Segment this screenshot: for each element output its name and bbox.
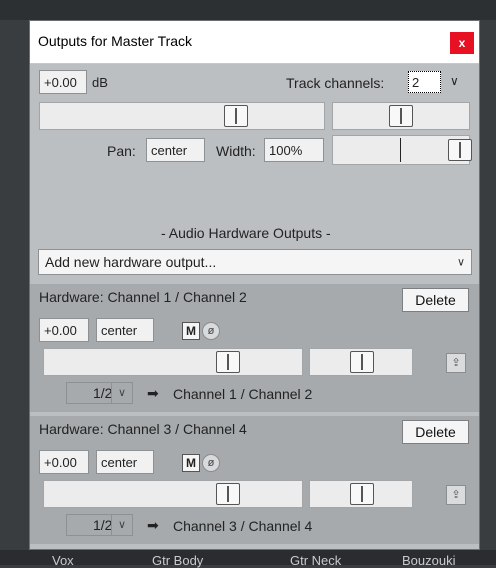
channel-select[interactable]: 1/2 ∨	[66, 382, 133, 404]
hw-pan-slider[interactable]	[309, 480, 413, 508]
hw-volume-slider[interactable]	[43, 348, 303, 376]
width-center-marker	[400, 138, 401, 162]
destination-label: Channel 1 / Channel 2	[173, 386, 313, 402]
delete-button[interactable]: Delete	[402, 420, 469, 444]
outputs-window: Outputs for Master Track x +0.00 dB Trac…	[29, 20, 480, 550]
hw-pan-slider[interactable]	[309, 348, 413, 376]
hw-volume-knob[interactable]	[216, 351, 240, 373]
chevron-down-icon: ∨	[456, 256, 465, 269]
master-volume-slider[interactable]	[39, 102, 325, 130]
hardware-output-title: Hardware: Channel 3 / Channel 4	[39, 421, 247, 437]
track-channels-select[interactable]: 2	[408, 71, 441, 93]
hw-volume-knob[interactable]	[216, 483, 240, 505]
width-slider[interactable]	[332, 135, 472, 165]
add-hardware-output-label: Add new hardware output...	[45, 254, 217, 270]
width-slider-knob[interactable]	[448, 139, 472, 161]
arrow-right-icon: ➡	[147, 385, 159, 401]
background-track-names: Vox Gtr Body Gtr Neck Bouzouki	[0, 550, 496, 568]
destination-label: Channel 3 / Channel 4	[173, 518, 313, 534]
pan-label: Pan:	[107, 143, 136, 159]
width-field[interactable]: 100%	[264, 138, 324, 162]
audio-hardware-outputs-heading: - Audio Hardware Outputs -	[161, 225, 331, 241]
add-hardware-output-dropdown[interactable]: Add new hardware output... ∨	[38, 249, 472, 275]
delete-button[interactable]: Delete	[402, 288, 469, 312]
channel-select-value: 1/2	[93, 385, 113, 401]
volume-slider-knob[interactable]	[224, 105, 248, 127]
hw-pan-field[interactable]: center	[96, 450, 154, 474]
hw-volume-field[interactable]: +0.00	[39, 450, 89, 474]
track-name-gtr-body[interactable]: Gtr Body	[152, 553, 203, 568]
route-options-icon[interactable]: ⇪	[446, 353, 466, 373]
pan-field[interactable]: center	[146, 138, 205, 162]
window-content: +0.00 dB Track channels: 2 ∨ Pan: center…	[30, 64, 479, 549]
hw-volume-field[interactable]: +0.00	[39, 318, 89, 342]
master-pan-slider[interactable]	[332, 102, 470, 130]
track-name-bouzouki[interactable]: Bouzouki	[402, 553, 455, 568]
channel-select-value: 1/2	[93, 517, 113, 533]
hw-pan-knob[interactable]	[350, 483, 374, 505]
arrow-right-icon: ➡	[147, 517, 159, 533]
width-label: Width:	[216, 143, 256, 159]
hw-volume-slider[interactable]	[43, 480, 303, 508]
track-name-gtr-neck[interactable]: Gtr Neck	[290, 553, 341, 568]
volume-unit-label: dB	[92, 75, 108, 90]
route-options-icon[interactable]: ⇪	[446, 485, 466, 505]
chevron-down-icon: ∨	[111, 383, 132, 403]
hw-pan-knob[interactable]	[350, 351, 374, 373]
mute-button[interactable]: M	[182, 322, 200, 340]
channel-select[interactable]: 1/2 ∨	[66, 514, 133, 536]
track-name-vox[interactable]: Vox	[52, 553, 74, 568]
hw-pan-field[interactable]: center	[96, 318, 154, 342]
track-channels-label: Track channels:	[286, 75, 385, 91]
title-bar[interactable]: Outputs for Master Track x	[30, 21, 479, 64]
hardware-output-panel: Hardware: Channel 3 / Channel 4 Delete +…	[30, 416, 479, 544]
pan-slider-knob[interactable]	[389, 105, 413, 127]
hardware-output-panel: Hardware: Channel 1 / Channel 2 Delete +…	[30, 284, 479, 412]
chevron-down-icon: ∨	[111, 515, 132, 535]
phase-invert-button[interactable]: ø	[202, 322, 220, 340]
master-volume-field[interactable]: +0.00	[39, 70, 87, 94]
mute-button[interactable]: M	[182, 454, 200, 472]
close-button[interactable]: x	[450, 32, 474, 54]
phase-invert-button[interactable]: ø	[202, 454, 220, 472]
window-title: Outputs for Master Track	[38, 33, 193, 49]
background-toolbar	[0, 0, 496, 20]
track-channels-value: 2	[412, 74, 420, 90]
chevron-down-icon[interactable]: ∨	[450, 74, 459, 88]
hardware-output-title: Hardware: Channel 1 / Channel 2	[39, 289, 247, 305]
